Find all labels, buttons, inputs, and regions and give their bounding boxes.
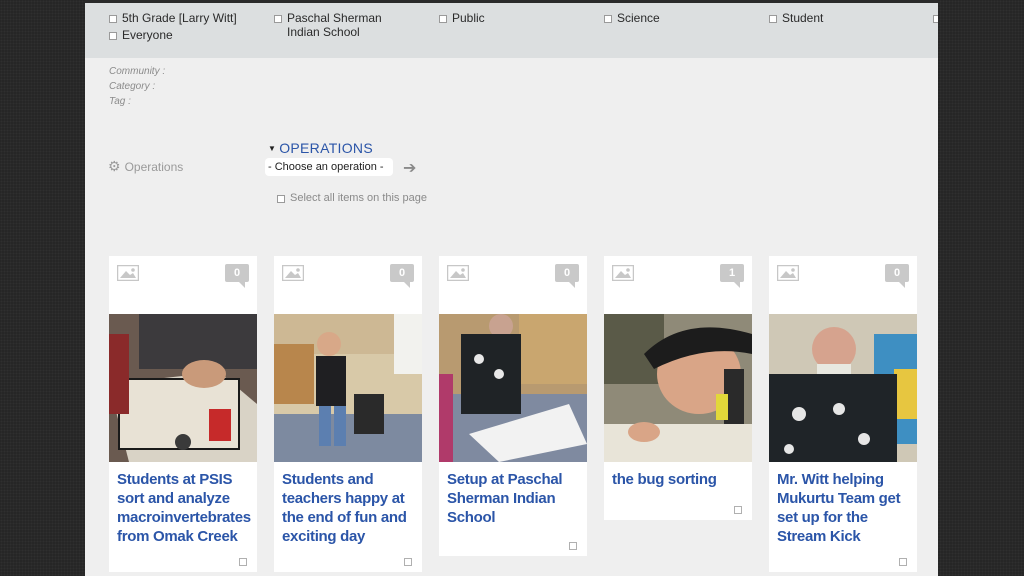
filter-label: Public [452, 11, 485, 25]
image-icon [777, 265, 799, 281]
operations-label-text: Operations [124, 159, 184, 174]
image-icon [117, 265, 139, 281]
card-photo[interactable] [769, 314, 917, 462]
image-icon [282, 265, 304, 281]
filter-label: Science [617, 11, 660, 25]
filter-checkbox[interactable] [604, 15, 612, 23]
card-checkbox[interactable] [404, 558, 412, 566]
operations-title: OPERATIONS [279, 140, 373, 156]
gear-icon: ⚙ [108, 158, 121, 174]
filter-checkbox[interactable] [933, 15, 938, 23]
filter-checkbox[interactable] [439, 15, 447, 23]
select-all-row[interactable]: Select all items on this page [277, 192, 427, 204]
filter-bar: 5th Grade [Larry Witt] Everyone Paschal … [85, 3, 938, 58]
card-header: 0 [769, 256, 917, 314]
filter-public[interactable]: Public [439, 11, 485, 25]
filter-checkbox[interactable] [274, 15, 282, 23]
select-all-checkbox[interactable] [277, 195, 285, 203]
content-frame: 5th Grade [Larry Witt] Everyone Paschal … [85, 0, 938, 576]
card-photo[interactable] [439, 314, 587, 462]
card-photo[interactable] [109, 314, 257, 462]
filter-paschal-sherman[interactable]: Paschal Sherman Indian School [274, 11, 414, 39]
card-checkbox[interactable] [569, 542, 577, 550]
card-checkbox[interactable] [734, 506, 742, 514]
item-card[interactable]: 0 Mr. Witt helping Mukurtu Team get set … [769, 256, 917, 572]
card-photo[interactable] [604, 314, 752, 462]
meta-community: Community : [109, 66, 166, 77]
card-title[interactable]: the bug sorting [604, 462, 752, 489]
card-checkbox[interactable] [899, 558, 907, 566]
operation-select[interactable]: - Choose an operation - [265, 158, 393, 176]
comment-count-badge[interactable]: 0 [555, 264, 579, 288]
card-title[interactable]: Students at PSIS sort and analyze macroi… [109, 462, 257, 546]
filter-checkbox[interactable] [109, 15, 117, 23]
image-icon [447, 265, 469, 281]
filter-science[interactable]: Science [604, 11, 660, 25]
card-title[interactable]: Mr. Witt helping Mukurtu Team get set up… [769, 462, 917, 546]
meta-tag: Tag : [109, 96, 131, 107]
item-card[interactable]: 0 Students and teachers happy at the end… [274, 256, 422, 572]
card-checkbox[interactable] [239, 558, 247, 566]
filter-everyone[interactable]: Everyone [109, 28, 173, 42]
comment-count-badge[interactable]: 0 [390, 264, 414, 288]
item-card[interactable]: 0 Setup at Paschal Sherman Indian School [439, 256, 587, 556]
card-title[interactable]: Students and teachers happy at the end o… [274, 462, 422, 546]
filter-overflow[interactable] [933, 11, 938, 23]
operations-label: ⚙ Operations [108, 158, 183, 175]
filter-label: Everyone [122, 28, 173, 42]
card-header: 0 [439, 256, 587, 314]
filter-student[interactable]: Student [769, 11, 823, 25]
caret-down-icon: ▼ [268, 144, 277, 153]
operations-toggle[interactable]: ▼ OPERATIONS [268, 140, 373, 156]
card-title[interactable]: Setup at Paschal Sherman Indian School [439, 462, 587, 527]
filter-label: Student [782, 11, 824, 25]
card-header: 1 [604, 256, 752, 314]
item-card[interactable]: 1 the bug sorting [604, 256, 752, 520]
comment-count-badge[interactable]: 1 [720, 264, 744, 288]
filter-checkbox[interactable] [769, 15, 777, 23]
comment-count-badge[interactable]: 0 [885, 264, 909, 288]
card-photo[interactable] [274, 314, 422, 462]
item-meta: Community : Category : Tag : [109, 64, 165, 109]
comment-count-badge[interactable]: 0 [225, 264, 249, 288]
card-header: 0 [109, 256, 257, 314]
select-all-label: Select all items on this page [290, 192, 427, 204]
card-header: 0 [274, 256, 422, 314]
filter-5th-grade[interactable]: 5th Grade [Larry Witt] [109, 11, 237, 25]
filter-checkbox[interactable] [109, 32, 117, 40]
filter-label: 5th Grade [Larry Witt] [122, 11, 237, 25]
meta-category: Category : [109, 81, 156, 92]
filter-label: Paschal Sherman Indian School [287, 11, 382, 39]
arrow-right-icon[interactable]: ➔ [403, 158, 416, 178]
item-card[interactable]: 0 Students at PSIS sort and analyze macr… [109, 256, 257, 572]
image-icon [612, 265, 634, 281]
